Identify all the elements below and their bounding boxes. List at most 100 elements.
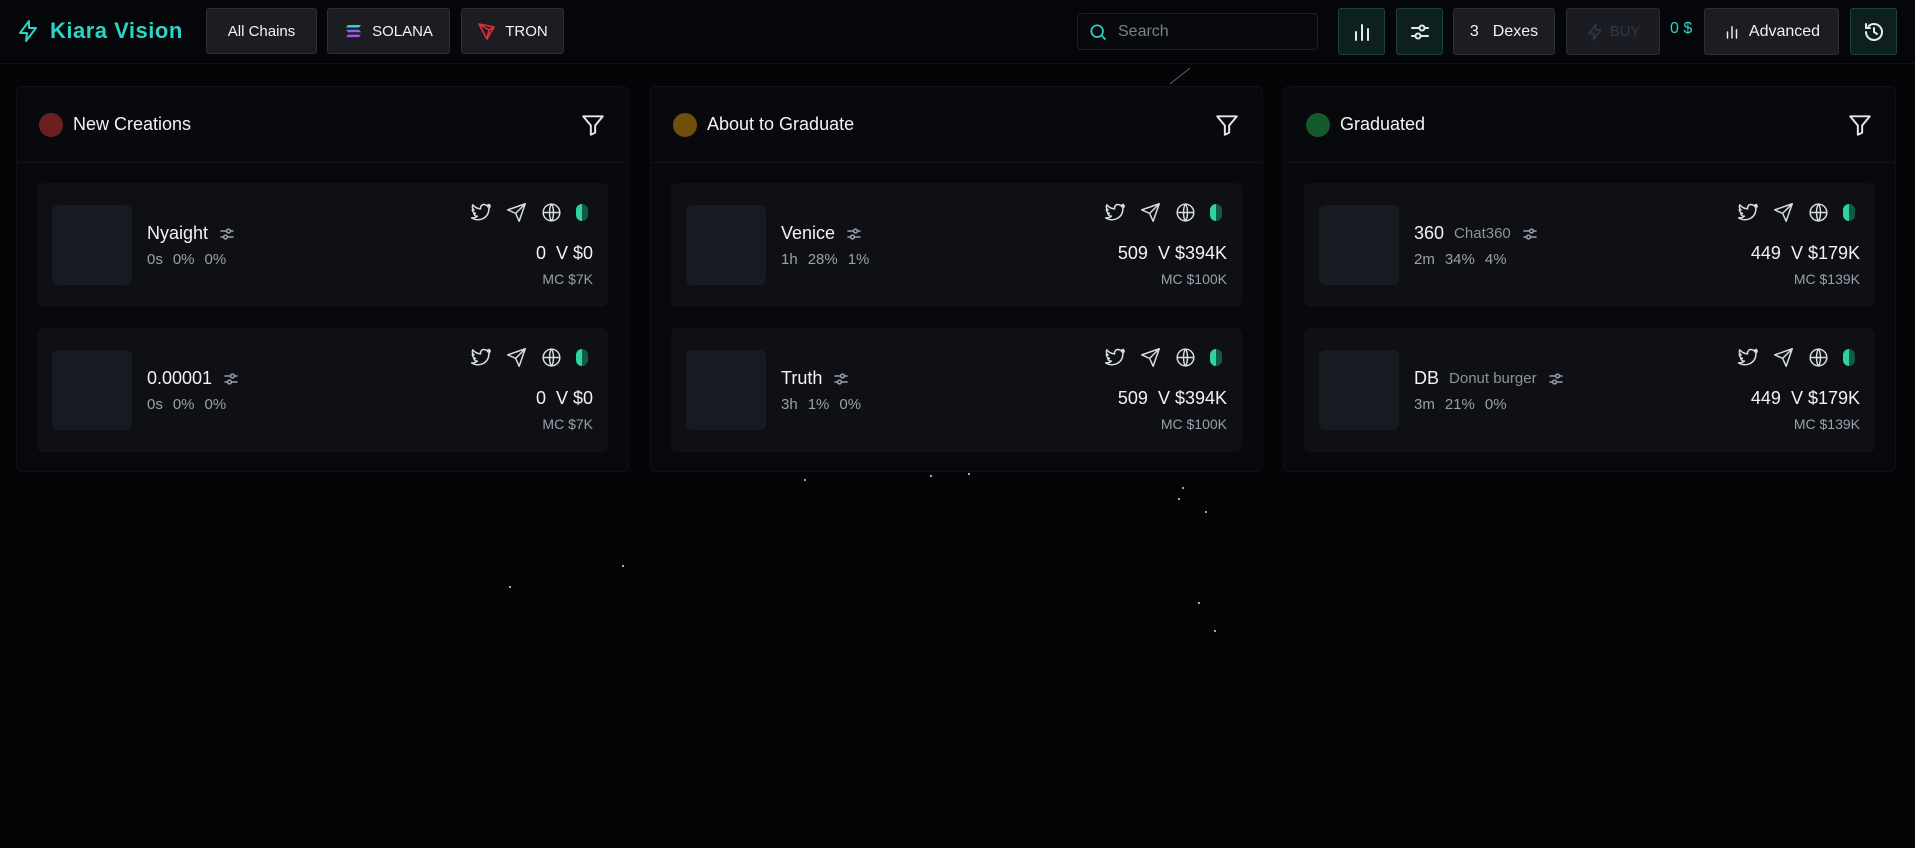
globe-icon[interactable] xyxy=(541,202,562,223)
token-name-row: Truth xyxy=(781,368,850,389)
token-volume: V $0 xyxy=(555,388,593,408)
social-links xyxy=(1105,347,1222,368)
chain-solana-label: SOLANA xyxy=(372,22,433,40)
star-decoration xyxy=(1214,630,1216,632)
column-graduated: Graduated 360 Chat360 2m 34% 4% 449 V $1… xyxy=(1283,86,1896,472)
token-card[interactable]: 360 Chat360 2m 34% 4% 449 V $179K MC $13… xyxy=(1304,183,1875,307)
token-stats: 3m 21% 0% xyxy=(1414,396,1507,413)
globe-icon[interactable] xyxy=(1175,347,1196,368)
twitter-icon[interactable] xyxy=(1105,202,1126,223)
twitter-icon[interactable] xyxy=(1738,347,1759,368)
buy-button[interactable]: BUY xyxy=(1566,8,1660,55)
token-stats: 2m 34% 4% xyxy=(1414,251,1507,268)
twitter-icon[interactable] xyxy=(471,347,492,368)
shooting-star-decoration xyxy=(1169,67,1191,85)
filter-icon[interactable] xyxy=(580,112,606,138)
dex-badge-icon[interactable] xyxy=(576,349,588,366)
telegram-icon[interactable] xyxy=(506,202,527,223)
settings-button[interactable] xyxy=(1396,8,1443,55)
token-card[interactable]: Nyaight 0s 0% 0% 0 V $0 MC $7K xyxy=(37,183,608,307)
telegram-icon[interactable] xyxy=(1140,202,1161,223)
search-box[interactable] xyxy=(1077,13,1318,50)
token-name: 0.00001 xyxy=(147,368,213,388)
tune-icon[interactable] xyxy=(222,370,240,388)
dex-label: Dexes xyxy=(1492,22,1539,40)
token-market-cap: MC $139K xyxy=(1793,271,1860,287)
star-decoration xyxy=(968,473,970,475)
advanced-label: Advanced xyxy=(1748,22,1821,40)
advanced-button[interactable]: Advanced xyxy=(1704,8,1839,55)
token-card[interactable]: Truth 3h 1% 0% 509 V $394K MC $100K xyxy=(671,328,1242,452)
token-volume-row: 449 V $179K xyxy=(1751,388,1860,409)
chain-solana-button[interactable]: SOLANA xyxy=(327,8,450,54)
app-name: Kiara Vision xyxy=(50,18,183,43)
column-header: About to Graduate xyxy=(651,87,1262,163)
tune-icon[interactable] xyxy=(832,370,850,388)
token-card[interactable]: 0.00001 0s 0% 0% 0 V $0 MC $7K xyxy=(37,328,608,452)
dex-badge-icon[interactable] xyxy=(1843,349,1855,366)
twitter-icon[interactable] xyxy=(471,202,492,223)
dex-badge-icon[interactable] xyxy=(1843,204,1855,221)
token-pct-2: 0% xyxy=(204,251,227,268)
column-title: About to Graduate xyxy=(707,114,855,134)
column-header: New Creations xyxy=(17,87,628,163)
tune-icon[interactable] xyxy=(1521,225,1539,243)
token-name: 360 xyxy=(1414,223,1445,243)
token-stats: 0s 0% 0% xyxy=(147,251,226,268)
telegram-icon[interactable] xyxy=(1140,347,1161,368)
telegram-icon[interactable] xyxy=(1773,347,1794,368)
social-links xyxy=(1738,202,1855,223)
token-pct-1: 1% xyxy=(807,396,830,413)
star-decoration xyxy=(509,586,511,588)
chain-tron-button[interactable]: TRON xyxy=(461,8,564,54)
bolt-icon xyxy=(1587,23,1602,40)
token-market-cap: MC $7K xyxy=(542,271,593,287)
status-dot xyxy=(1306,113,1330,137)
tune-icon[interactable] xyxy=(218,225,236,243)
globe-icon[interactable] xyxy=(1808,202,1829,223)
token-market-cap: MC $100K xyxy=(1160,271,1227,287)
app-logo[interactable]: Kiara Vision xyxy=(16,18,183,44)
globe-icon[interactable] xyxy=(541,347,562,368)
history-button[interactable] xyxy=(1850,8,1897,55)
social-links xyxy=(471,347,588,368)
token-count: 449 xyxy=(1750,388,1781,408)
token-volume: V $394K xyxy=(1157,243,1227,263)
star-decoration xyxy=(1205,511,1207,513)
search-input[interactable] xyxy=(1118,22,1308,41)
token-stats: 3h 1% 0% xyxy=(781,396,861,413)
twitter-icon[interactable] xyxy=(1105,347,1126,368)
status-dot xyxy=(673,113,697,137)
social-links xyxy=(1105,202,1222,223)
tune-icon[interactable] xyxy=(845,225,863,243)
telegram-icon[interactable] xyxy=(506,347,527,368)
chart-view-button[interactable] xyxy=(1338,8,1385,55)
twitter-icon[interactable] xyxy=(1738,202,1759,223)
token-name-row: 360 Chat360 xyxy=(1414,223,1539,244)
social-links xyxy=(471,202,588,223)
dex-badge-icon[interactable] xyxy=(1210,349,1222,366)
token-market-cap: MC $7K xyxy=(542,416,593,432)
chain-all-button[interactable]: All Chains xyxy=(206,8,317,54)
token-card[interactable]: DB Donut burger 3m 21% 0% 449 V $179K MC… xyxy=(1304,328,1875,452)
token-market-cap: MC $139K xyxy=(1793,416,1860,432)
dex-badge-icon[interactable] xyxy=(1210,204,1222,221)
token-name-row: 0.00001 xyxy=(147,368,240,389)
token-age: 1h xyxy=(781,251,798,268)
dex-badge-icon[interactable] xyxy=(576,204,588,221)
token-count: 0 xyxy=(535,243,546,263)
telegram-icon[interactable] xyxy=(1773,202,1794,223)
filter-icon[interactable] xyxy=(1847,112,1873,138)
dexes-button[interactable]: 3 Dexes xyxy=(1453,8,1555,55)
filter-icon[interactable] xyxy=(1214,112,1240,138)
globe-icon[interactable] xyxy=(1808,347,1829,368)
globe-icon[interactable] xyxy=(1175,202,1196,223)
lightning-icon xyxy=(19,20,37,42)
top-bar: Kiara Vision All Chains SOLANA TRON 3 De… xyxy=(0,0,1915,64)
token-image xyxy=(686,205,766,285)
token-pct-1: 21% xyxy=(1444,396,1475,413)
social-links xyxy=(1738,347,1855,368)
wallet-balance: 0 $ xyxy=(1670,20,1693,37)
tune-icon[interactable] xyxy=(1547,370,1565,388)
token-card[interactable]: Venice 1h 28% 1% 509 V $394K MC $100K xyxy=(671,183,1242,307)
